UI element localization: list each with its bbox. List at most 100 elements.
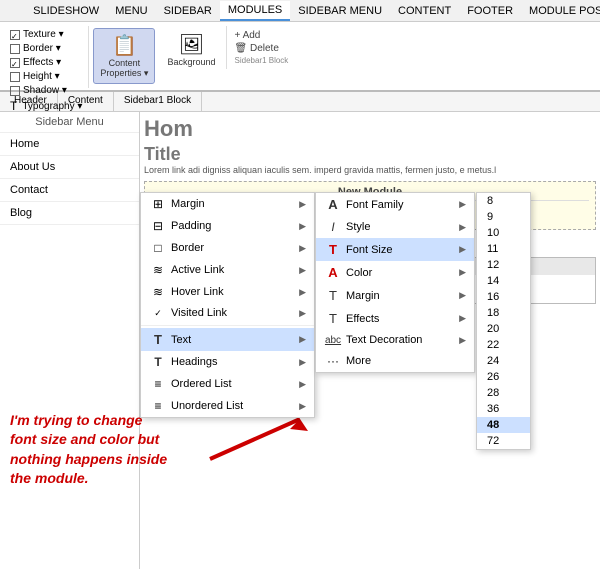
menu-padding[interactable]: ⊟ Padding ▶: [141, 215, 314, 237]
content-properties-button[interactable]: 📋 Content Properties ▾: [93, 28, 155, 84]
submenu-margin[interactable]: T Margin ▶: [316, 284, 474, 307]
right-title-1: Hom: [144, 116, 596, 142]
hover-link-arrow: ▶: [299, 287, 306, 298]
ribbon-small-options: Texture ▾ Border ▾ Effects ▾ Height ▾ Sh…: [8, 28, 84, 114]
menu-border[interactable]: □ Border ▶: [141, 237, 314, 259]
annotation-text: I'm trying to change font size and color…: [10, 411, 170, 489]
red-arrow: [200, 409, 320, 469]
visited-link-label: Visited Link: [171, 307, 299, 319]
submenu-font-size[interactable]: T Font Size ▶: [316, 238, 474, 261]
visited-link-arrow: ▶: [299, 308, 306, 319]
fontsize-16[interactable]: 16: [477, 289, 530, 305]
fontsize-18[interactable]: 18: [477, 305, 530, 321]
fontsize-12[interactable]: 12: [477, 257, 530, 273]
menu-item-menu[interactable]: MENU: [107, 2, 155, 20]
fontsize-36[interactable]: 36: [477, 401, 530, 417]
submenu-text-decoration[interactable]: abc Text Decoration ▶: [316, 330, 474, 350]
ordered-list-label: Ordered List: [171, 378, 299, 390]
fontsize-28[interactable]: 28: [477, 385, 530, 401]
headings-label: Headings: [171, 356, 299, 368]
active-link-label: Active Link: [171, 264, 299, 276]
border-checkbox: [10, 44, 20, 54]
fontsize-14[interactable]: 14: [477, 273, 530, 289]
menu-hover-link[interactable]: ≋ Hover Link ▶: [141, 281, 314, 303]
tab-sidebar1-block[interactable]: Sidebar1 Block: [114, 92, 202, 111]
menu-visited-link[interactable]: ✓ Visited Link ▶: [141, 303, 314, 323]
menu-item-slideshow[interactable]: SLIDESHOW: [25, 2, 107, 20]
margin-sub-label: Margin: [346, 290, 459, 302]
margin-arrow: ▶: [299, 199, 306, 210]
ribbon-shadow-btn[interactable]: Shadow ▾: [8, 84, 84, 97]
margin-label: Margin: [171, 198, 299, 210]
delete-button[interactable]: 🗑 Delete: [235, 43, 289, 54]
sidebar-item-contact[interactable]: Contact: [0, 179, 139, 202]
more-icon: ···: [324, 354, 342, 368]
menu-item-blank[interactable]: [0, 2, 25, 20]
menu-separator-1: [141, 325, 314, 326]
sidebar-item-blog[interactable]: Blog: [0, 202, 139, 225]
menu-item-content[interactable]: CONTENT: [390, 2, 459, 20]
submenu-more[interactable]: ··· More: [316, 350, 474, 372]
fontsize-11[interactable]: 11: [477, 241, 530, 257]
fontsize-dropdown: 8 9 10 11 12 14 16 18 20 22 24 26 28 36 …: [476, 192, 531, 450]
fontsize-10[interactable]: 10: [477, 225, 530, 241]
effects-sub-label: Effects: [346, 313, 459, 325]
more-label: More: [346, 355, 466, 367]
menu-item-module-position[interactable]: MODULE POSITION: [521, 2, 600, 20]
fontsize-20[interactable]: 20: [477, 321, 530, 337]
height-checkbox: [10, 72, 20, 82]
effects-label: Effects ▾: [23, 57, 61, 68]
fontsize-48[interactable]: 48: [477, 417, 530, 433]
unordered-list-label: Unordered List: [171, 400, 299, 412]
menu-item-modules[interactable]: MODULES: [220, 1, 290, 21]
text-arrow: ▶: [299, 334, 306, 345]
add-button[interactable]: + Add: [235, 30, 289, 41]
sidebar-menu-area: Sidebar Menu Home About Us Contact Blog: [0, 112, 140, 569]
menu-bar: SLIDESHOW MENU SIDEBAR MODULES SIDEBAR M…: [0, 0, 600, 22]
unordered-list-arrow: ▶: [299, 401, 306, 412]
fontsize-9[interactable]: 9: [477, 209, 530, 225]
submenu-font-family[interactable]: A Font Family ▶: [316, 193, 474, 216]
menu-margin[interactable]: ⊞ Margin ▶: [141, 193, 314, 215]
headings-arrow: ▶: [299, 357, 306, 368]
menu-active-link[interactable]: ≋ Active Link ▶: [141, 259, 314, 281]
effects-sub-arrow: ▶: [459, 313, 466, 324]
color-arrow: ▶: [459, 267, 466, 278]
submenu-style[interactable]: I Style ▶: [316, 216, 474, 238]
ribbon-border-btn[interactable]: Border ▾: [8, 42, 84, 55]
unordered-list-icon: ≡: [149, 399, 167, 413]
submenu-color[interactable]: A Color ▶: [316, 261, 474, 284]
fontsize-26[interactable]: 26: [477, 369, 530, 385]
background-button[interactable]: 🖼 Background: [161, 28, 221, 71]
font-size-arrow: ▶: [459, 244, 466, 255]
fontsize-8[interactable]: 8: [477, 193, 530, 209]
sidebar-item-about[interactable]: About Us: [0, 156, 139, 179]
submenu-effects[interactable]: T Effects ▶: [316, 307, 474, 330]
fontsize-24[interactable]: 24: [477, 353, 530, 369]
menu-ordered-list[interactable]: ≡ Ordered List ▶: [141, 373, 314, 395]
ribbon-texture-btn[interactable]: Texture ▾: [8, 28, 84, 41]
menu-headings[interactable]: T Headings ▶: [141, 351, 314, 373]
border-label: Border ▾: [23, 43, 61, 54]
main-dropdown: ⊞ Margin ▶ ⊟ Padding ▶ □ Border ▶ ≋ Acti…: [140, 192, 315, 418]
content-tabs: Header Content Sidebar1 Block: [0, 92, 600, 112]
menu-unordered-list[interactable]: ≡ Unordered List ▶: [141, 395, 314, 417]
fontsize-22[interactable]: 22: [477, 337, 530, 353]
hover-link-label: Hover Link: [171, 286, 299, 298]
lorem-text: Lorem link adi digniss aliquan iaculis s…: [144, 165, 596, 177]
border-label-menu: Border: [171, 242, 299, 254]
ribbon-height-btn[interactable]: Height ▾: [8, 70, 84, 83]
sidebar-item-home[interactable]: Home: [0, 133, 139, 156]
text-label: Text: [171, 334, 299, 346]
menu-item-sidebar-menu[interactable]: SIDEBAR MENU: [290, 2, 390, 20]
menu-item-footer[interactable]: FOOTER: [459, 2, 521, 20]
right-title-2: Title: [144, 144, 596, 165]
text-sub-dropdown: A Font Family ▶ I Style ▶ T Font Size ▶ …: [315, 192, 475, 373]
menu-item-sidebar[interactable]: SIDEBAR: [156, 2, 220, 20]
headings-icon: T: [149, 355, 167, 369]
ribbon-effects-btn[interactable]: Effects ▾: [8, 56, 84, 69]
menu-text[interactable]: T Text ▶: [141, 328, 314, 351]
fontsize-72[interactable]: 72: [477, 433, 530, 449]
sidebar-block-label: Sidebar1 Block: [235, 56, 289, 65]
border-icon-menu: □: [149, 241, 167, 255]
